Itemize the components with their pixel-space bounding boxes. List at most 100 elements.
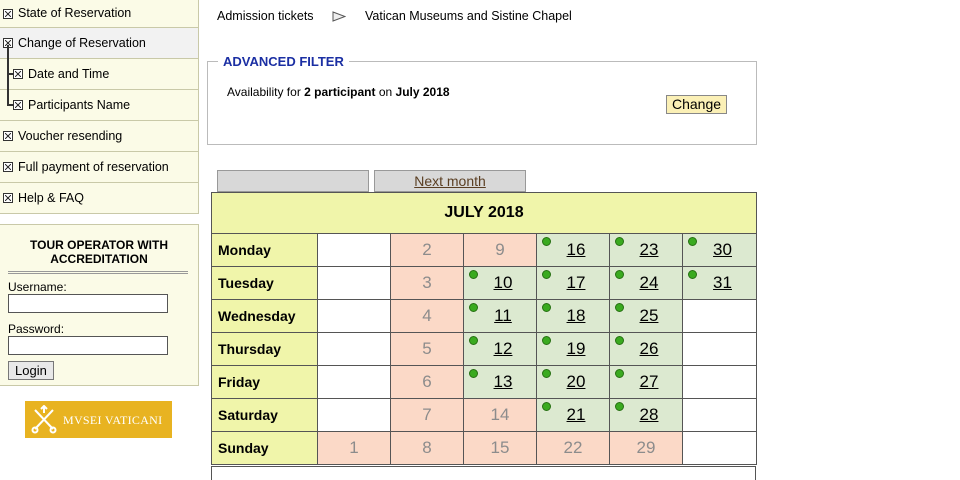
sidebar-item-state-of-reservation[interactable]: State of Reservation <box>0 0 199 28</box>
sidebar-item-label: Voucher resending <box>18 129 123 143</box>
breadcrumb-admission-tickets[interactable]: Admission tickets <box>217 8 314 24</box>
tree-connector <box>7 104 14 106</box>
calendar-day-link[interactable]: 21 <box>567 405 586 424</box>
calendar-day-unavailable: 2 <box>390 233 464 267</box>
calendar-day-link[interactable]: 11 <box>494 306 512 325</box>
sidebar-item-label: Date and Time <box>28 67 110 81</box>
change-button[interactable]: Change <box>666 95 727 114</box>
calendar-day-available[interactable]: 31 <box>681 266 758 300</box>
calendar-day-available[interactable]: 27 <box>609 365 683 399</box>
calendar-day-link[interactable]: 24 <box>640 273 659 292</box>
next-month-button[interactable]: Next month <box>374 170 526 192</box>
calendar-day-link[interactable]: 19 <box>567 339 586 358</box>
calendar-day-link[interactable]: 13 <box>494 372 513 391</box>
calendar-day-unavailable: 5 <box>390 332 464 366</box>
availability-dot-icon <box>615 402 624 411</box>
calendar-day-available[interactable]: 13 <box>463 365 537 399</box>
weekday-label: Tuesday <box>211 266 318 300</box>
crossed-keys-icon <box>31 405 57 434</box>
calendar-day-link[interactable]: 27 <box>640 372 659 391</box>
calendar-day-available[interactable]: 20 <box>536 365 610 399</box>
availability-dot-icon <box>542 336 551 345</box>
availability-text: Availability for 2 participant on July 2… <box>227 85 450 99</box>
availability-dot-icon <box>688 237 697 246</box>
calendar-day-unavailable: 7 <box>390 398 464 432</box>
weekday-label: Thursday <box>211 332 318 366</box>
calendar-day-available[interactable]: 25 <box>609 299 683 333</box>
calendar-day-link[interactable]: 16 <box>567 240 586 259</box>
calendar-day-link[interactable]: 23 <box>640 240 659 259</box>
tree-connector <box>7 45 9 105</box>
availability-dot-icon <box>615 369 624 378</box>
breadcrumb-vatican-museums: Vatican Museums and Sistine Chapel <box>365 9 572 23</box>
checkbox-icon <box>3 8 13 19</box>
calendar-row-sunday: Sunday 1 8 15 22 29 <box>211 431 758 465</box>
availability-dot-icon <box>542 270 551 279</box>
availability-dot-icon <box>542 369 551 378</box>
availability-dot-icon <box>542 402 551 411</box>
weekday-label: Wednesday <box>211 299 318 333</box>
calendar-empty-cell <box>681 431 758 465</box>
calendar-row-thursday: Thursday 5 12 19 26 <box>211 332 758 366</box>
calendar-row-friday: Friday 6 13 20 27 <box>211 365 758 399</box>
availability-dot-icon <box>469 336 478 345</box>
sidebar-item-participants-name[interactable]: Participants Name <box>0 90 199 121</box>
calendar-day-unavailable: 22 <box>536 431 610 465</box>
calendar-day-link[interactable]: 28 <box>640 405 659 424</box>
calendar-row-wednesday: Wednesday 4 11 18 25 <box>211 299 758 333</box>
calendar-day-available[interactable]: 30 <box>681 233 758 267</box>
calendar-day-link[interactable]: 20 <box>567 372 586 391</box>
availability-dot-icon <box>469 303 478 312</box>
calendar-day-available[interactable]: 21 <box>536 398 610 432</box>
calendar-day-available[interactable]: 11 <box>463 299 537 333</box>
weekday-label: Sunday <box>211 431 318 465</box>
username-field[interactable] <box>8 294 168 313</box>
calendar-day-available[interactable]: 24 <box>609 266 683 300</box>
availability-dot-icon <box>615 270 624 279</box>
divider <box>8 271 188 274</box>
username-label: Username: <box>8 280 67 294</box>
musei-vaticani-logo[interactable]: MVSEI VATICANI <box>25 401 172 438</box>
sidebar-item-full-payment[interactable]: Full payment of reservation <box>0 152 199 183</box>
calendar-day-link[interactable]: 17 <box>567 273 586 292</box>
calendar-empty-cell <box>681 365 758 399</box>
calendar-day-available[interactable]: 23 <box>609 233 683 267</box>
calendar-day-available[interactable]: 18 <box>536 299 610 333</box>
calendar-day-link[interactable]: 18 <box>567 306 586 325</box>
calendar-day-link[interactable]: 30 <box>713 240 732 259</box>
calendar-day-available[interactable]: 19 <box>536 332 610 366</box>
calendar-day-unavailable: 1 <box>317 431 391 465</box>
calendar-day-available[interactable]: 17 <box>536 266 610 300</box>
calendar-row-monday: Monday 2 9 16 23 30 <box>211 233 758 267</box>
weekday-label: Saturday <box>211 398 318 432</box>
calendar-empty-cell <box>317 398 391 432</box>
sidebar-menu: State of Reservation Change of Reservati… <box>0 0 199 214</box>
calendar-day-available[interactable]: 16 <box>536 233 610 267</box>
sidebar-item-help-faq[interactable]: Help & FAQ <box>0 183 199 214</box>
calendar-day-unavailable: 6 <box>390 365 464 399</box>
calendar-day-link[interactable]: 26 <box>640 339 659 358</box>
calendar-day-unavailable: 15 <box>463 431 537 465</box>
calendar-day-link[interactable]: 25 <box>640 306 659 325</box>
calendar-day-unavailable: 4 <box>390 299 464 333</box>
calendar-empty-cell <box>681 299 758 333</box>
weekday-label: Friday <box>211 365 318 399</box>
calendar-day-link[interactable]: 10 <box>494 273 513 292</box>
sidebar-item-change-of-reservation[interactable]: Change of Reservation <box>0 28 199 59</box>
calendar-day-unavailable: 8 <box>390 431 464 465</box>
login-button[interactable]: Login <box>8 361 54 380</box>
sidebar-item-date-and-time[interactable]: Date and Time <box>0 59 199 90</box>
sidebar-item-label: State of Reservation <box>18 6 132 20</box>
calendar-empty-cell <box>317 266 391 300</box>
calendar-day-available[interactable]: 28 <box>609 398 683 432</box>
calendar-day-available[interactable]: 12 <box>463 332 537 366</box>
selected-month: July 2018 <box>395 85 450 99</box>
previous-month-button <box>217 170 369 192</box>
calendar-day-available[interactable]: 10 <box>463 266 537 300</box>
sidebar-item-voucher-resending[interactable]: Voucher resending <box>0 121 199 152</box>
calendar-day-unavailable: 9 <box>463 233 537 267</box>
calendar-day-link[interactable]: 12 <box>494 339 513 358</box>
calendar-day-available[interactable]: 26 <box>609 332 683 366</box>
calendar-day-link[interactable]: 31 <box>713 273 732 292</box>
password-field[interactable] <box>8 336 168 355</box>
